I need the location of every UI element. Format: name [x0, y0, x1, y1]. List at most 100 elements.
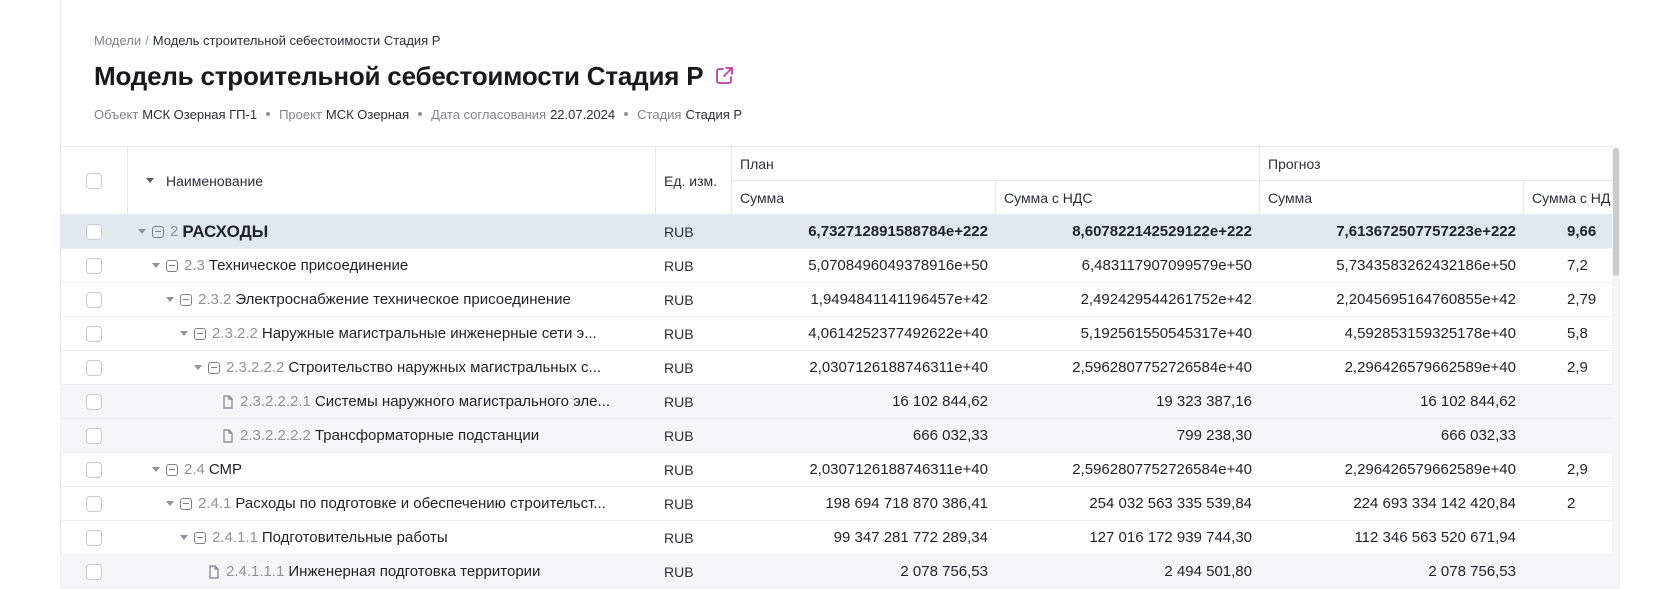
row-forecast-sum: 16 102 844,62	[1420, 393, 1516, 410]
breadcrumb-root-link[interactable]: Модели	[94, 33, 141, 48]
row-checkbox[interactable]	[86, 291, 102, 308]
row-plan-sum-vat: 254 032 563 335 539,84	[1089, 495, 1252, 512]
table-row[interactable]: 2.3.2.2.2.2 Трансформаторные подстанции RU…	[60, 419, 1620, 453]
external-link-icon[interactable]	[713, 65, 735, 87]
header-unit-label: Ед. изм.	[664, 172, 718, 189]
row-checkbox-cell	[60, 215, 128, 248]
row-checkbox[interactable]	[86, 325, 102, 342]
row-checkbox[interactable]	[86, 223, 102, 240]
row-code: 2.3.2.2.2.1	[240, 393, 311, 410]
page-title: Модель строительной себестоимости Стадия…	[94, 60, 704, 91]
expand-toggle-icon[interactable]	[138, 229, 146, 234]
row-plan-sum: 2,0307126188746311e+40	[809, 461, 988, 478]
meta-stage-label: Стадия	[637, 106, 682, 122]
row-name-cell[interactable]: 2.3.2.2.2.1 Системы наружного магистральн…	[128, 385, 656, 418]
row-checkbox[interactable]	[86, 427, 102, 444]
row-forecast-sum: 5,7343583262432186e+50	[1336, 257, 1516, 274]
row-checkbox-cell	[60, 249, 128, 282]
row-checkbox-cell	[60, 487, 128, 520]
row-code: 2.3.2.2	[212, 325, 258, 342]
meta-separator-dot	[266, 112, 271, 116]
table-row[interactable]: 2.3.2.2 Наружные магистральные инженерные…	[60, 317, 1620, 351]
header-plan-sum-vat-cell[interactable]: Сумма с НДС	[996, 181, 1260, 215]
header-forecast-sum-cell[interactable]: Сумма	[1260, 181, 1524, 215]
row-name-cell[interactable]: 2.3.2.2.2.2 Трансформаторные подстанции	[128, 419, 656, 452]
row-forecast-sum-vat: 9,66	[1567, 223, 1597, 240]
row-name: Электроснабжение техническое присоединен…	[235, 291, 571, 308]
header-name-cell[interactable]: Наименование	[128, 147, 656, 215]
row-code: 2.3	[184, 257, 205, 274]
row-name-cell[interactable]: 2.3 Техническое присоединение	[128, 249, 656, 282]
row-name-cell[interactable]: 2.3.2 Электроснабжение техническое присое…	[128, 283, 656, 316]
row-name-cell[interactable]: 2.3.2.2 Наружные магистральные инженерные…	[128, 317, 656, 350]
row-checkbox[interactable]	[86, 461, 102, 478]
row-checkbox[interactable]	[86, 257, 102, 274]
row-plan-sum-vat: 127 016 172 939 744,30	[1089, 529, 1252, 546]
expand-toggle-icon[interactable]	[180, 331, 188, 336]
row-checkbox-cell	[60, 555, 128, 588]
header-forecast-label: Прогноз	[1268, 155, 1321, 172]
row-unit: RUB	[664, 563, 694, 580]
expand-toggle-icon[interactable]	[166, 501, 174, 506]
table-row[interactable]: 2.3.2 Электроснабжение техническое присое…	[60, 283, 1620, 317]
group-folder-icon	[180, 293, 192, 306]
row-plan-sum: 1,9494841141196457e+42	[810, 291, 988, 308]
row-unit: RUB	[664, 257, 694, 274]
select-all-checkbox[interactable]	[85, 172, 102, 189]
row-name-cell[interactable]: 2.4.1.1.1 Инженерная подготовка территори…	[128, 555, 656, 588]
row-forecast-sum: 4,592853159325178e+40	[1344, 325, 1516, 342]
row-forecast-sum-vat: 5,8	[1567, 325, 1588, 342]
expand-toggle-icon[interactable]	[152, 467, 160, 472]
meta-separator-dot	[418, 112, 423, 116]
row-checkbox[interactable]	[86, 359, 102, 376]
row-name-cell[interactable]: 2.4.1 Расходы по подготовке и обеспечению…	[128, 487, 656, 520]
table-row[interactable]: 2.4 СМР RUB 2,0307126188746311e+40 2,5962807…	[60, 453, 1620, 487]
table-row[interactable]: 2.3.2.2.2.1 Системы наружного магистральн…	[60, 385, 1620, 419]
row-code: 2.4.1	[198, 495, 232, 512]
header-forecast-sum-vat-label: Сумма с НД	[1532, 189, 1611, 206]
table-row[interactable]: 2 РАСХОДЫ RUB 6,732712891588784e+222 8,60782…	[60, 215, 1620, 249]
row-unit: RUB	[664, 359, 694, 376]
table-row[interactable]: 2.4.1 Расходы по подготовке и обеспечению…	[60, 487, 1620, 521]
row-name: СМР	[208, 461, 243, 478]
row-name-cell[interactable]: 2.4.1.1 Подготовительные работы	[128, 521, 656, 554]
table-row[interactable]: 2.4.1.1 Подготовительные работы RUB 99 347 …	[60, 521, 1620, 555]
row-checkbox[interactable]	[86, 495, 102, 512]
row-forecast-sum: 224 693 334 142 420,84	[1353, 495, 1516, 512]
header-plan-label: План	[740, 155, 774, 172]
header-forecast-sum-vat-cell[interactable]: Сумма с НД	[1524, 181, 1620, 215]
table-row[interactable]: 2.3.2.2.2 Строительство наружных магистра…	[60, 351, 1620, 385]
row-checkbox[interactable]	[86, 529, 102, 546]
collapse-all-icon[interactable]	[146, 178, 154, 183]
row-forecast-sum: 112 346 563 520 671,94	[1354, 529, 1516, 546]
row-code: 2.4.1.1.1	[226, 563, 285, 580]
header-plan-sum-cell[interactable]: Сумма	[732, 181, 996, 215]
expand-toggle-icon[interactable]	[166, 297, 174, 302]
header-name-label: Наименование	[166, 172, 264, 189]
expand-toggle-icon[interactable]	[194, 365, 202, 370]
row-name-cell[interactable]: 2.4 СМР	[128, 453, 656, 486]
meta-stage-value: Стадия Р	[685, 106, 743, 122]
group-folder-icon	[166, 259, 178, 272]
row-name-cell[interactable]: 2.3.2.2.2 Строительство наружных магистра…	[128, 351, 656, 384]
row-forecast-sum: 2 078 756,53	[1428, 563, 1516, 580]
row-name: Строительство наружных магистральных с..…	[288, 359, 602, 376]
table-row[interactable]: 2.4.1.1.1 Инженерная подготовка территори…	[60, 555, 1620, 589]
header-unit-cell[interactable]: Ед. изм.	[656, 147, 732, 215]
row-unit: RUB	[664, 427, 694, 444]
row-checkbox[interactable]	[86, 393, 102, 410]
meta-date-value: 22.07.2024	[550, 106, 616, 122]
row-forecast-sum-vat: 2	[1567, 495, 1576, 512]
expand-toggle-icon[interactable]	[152, 263, 160, 268]
vertical-scrollbar-thumb[interactable]	[1613, 148, 1619, 276]
row-name-cell[interactable]: 2 РАСХОДЫ	[128, 215, 656, 248]
meta-separator-dot	[624, 112, 629, 116]
header-forecast-group: Прогноз	[1260, 147, 1620, 181]
row-checkbox-cell	[60, 385, 128, 418]
expand-toggle-icon[interactable]	[180, 535, 188, 540]
row-checkbox[interactable]	[86, 563, 102, 580]
row-plan-sum-vat: 19 323 387,16	[1156, 393, 1252, 410]
group-folder-icon	[166, 463, 178, 476]
row-name: Расходы по подготовке и обеспечению стро…	[235, 495, 606, 512]
table-row[interactable]: 2.3 Техническое присоединение RUB 5,0708496…	[60, 249, 1620, 283]
